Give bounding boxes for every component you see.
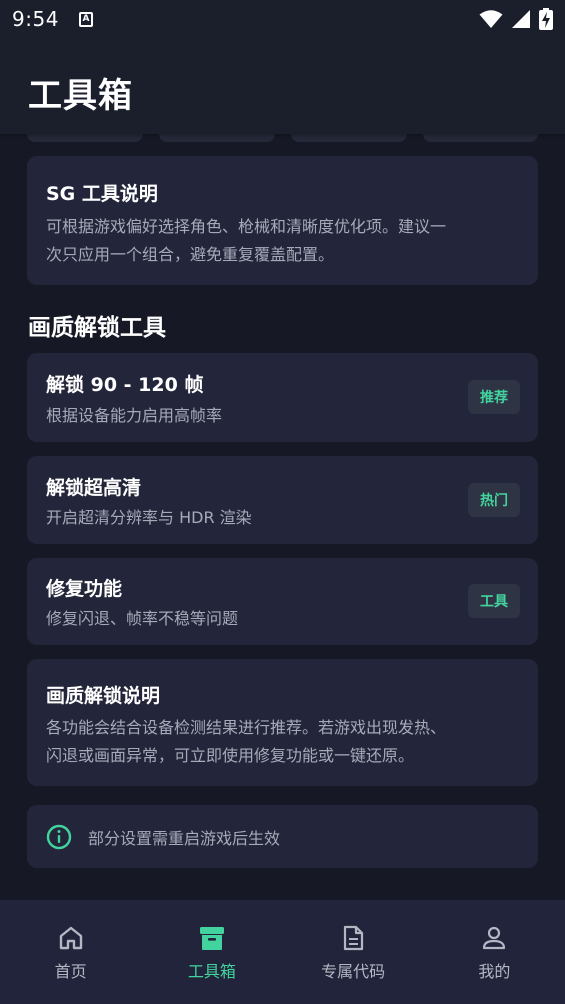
quality-info-desc-line1: 各功能会结合设备检测结果进行推荐。若游戏出现发热、 — [46, 718, 447, 737]
tool-card-unlock-uhd[interactable]: 解锁超高清 开启超清分辨率与 HDR 渲染 热门 — [27, 456, 538, 544]
tool-card-unlock-fps[interactable]: 解锁 90 - 120 帧 根据设备能力启用高帧率 推荐 — [27, 353, 538, 442]
tool-badge: 工具 — [468, 584, 520, 618]
option-chip[interactable] — [27, 134, 143, 142]
section-title: 画质解锁工具 — [28, 315, 166, 341]
nav-exclusive-code[interactable]: 专属代码 — [283, 900, 424, 1004]
notice-banner: 部分设置需重启游戏后生效 — [27, 805, 538, 868]
recommend-badge: 推荐 — [468, 380, 520, 414]
bottom-nav: 首页 工具箱 专属代码 我的 — [0, 900, 565, 1004]
tool-title: 解锁 90 - 120 帧 — [46, 374, 204, 396]
sg-info-desc-line2: 次只应用一个组合，避免重复覆盖配置。 — [46, 245, 335, 264]
option-chip[interactable] — [291, 134, 407, 142]
tool-desc: 根据设备能力启用高帧率 — [46, 406, 223, 425]
quality-info-card: 画质解锁说明 各功能会结合设备检测结果进行推荐。若游戏出现发热、 闪退或画面异常… — [27, 659, 538, 786]
status-time: 9:54 — [12, 7, 59, 31]
option-chip[interactable] — [159, 134, 275, 142]
tool-title: 解锁超高清 — [46, 477, 142, 499]
status-icons — [479, 8, 553, 30]
app-header: 工具箱 — [0, 38, 565, 134]
tool-card-repair[interactable]: 修复功能 修复闪退、帧率不稳等问题 工具 — [27, 558, 538, 645]
tool-desc: 修复闪退、帧率不稳等问题 — [46, 609, 239, 628]
content-scroll-area[interactable]: SG 工具说明 可根据游戏偏好选择角色、枪械和清晰度优化项。建议一 次只应用一个… — [0, 134, 565, 900]
hot-badge: 热门 — [468, 483, 520, 517]
nav-toolbox-label: 工具箱 — [187, 962, 236, 981]
tool-title: 修复功能 — [46, 578, 123, 600]
archive-icon — [199, 927, 224, 950]
nav-home[interactable]: 首页 — [0, 900, 141, 1004]
nav-profile[interactable]: 我的 — [424, 900, 565, 1004]
tool-desc: 开启超清分辨率与 HDR 渲染 — [46, 508, 252, 527]
quality-info-desc-line2: 闪退或画面异常，可立即使用修复功能或一键还原。 — [46, 746, 415, 765]
nav-exclusive-code-label: 专属代码 — [321, 962, 386, 981]
wifi-icon — [479, 10, 503, 28]
notice-text: 部分设置需重启游戏后生效 — [88, 829, 281, 848]
page-title: 工具箱 — [28, 76, 133, 116]
info-icon — [46, 824, 72, 850]
battery-charging-icon — [539, 8, 553, 30]
option-chip[interactable] — [423, 134, 538, 142]
nav-profile-label: 我的 — [478, 962, 511, 981]
status-bar: 9:54 A — [0, 0, 565, 38]
signal-icon — [512, 10, 530, 28]
quality-info-title: 画质解锁说明 — [46, 685, 161, 707]
nav-toolbox[interactable]: 工具箱 — [141, 900, 282, 1004]
user-icon — [483, 926, 506, 950]
sg-info-card: SG 工具说明 可根据游戏偏好选择角色、枪械和清晰度优化项。建议一 次只应用一个… — [27, 156, 538, 285]
sg-info-title: SG 工具说明 — [46, 183, 158, 205]
sg-info-desc-line1: 可根据游戏偏好选择角色、枪械和清晰度优化项。建议一 — [46, 217, 447, 236]
document-icon — [344, 925, 364, 951]
home-icon — [59, 926, 82, 950]
nav-home-label: 首页 — [54, 962, 87, 981]
notification-icon: A — [78, 11, 93, 27]
